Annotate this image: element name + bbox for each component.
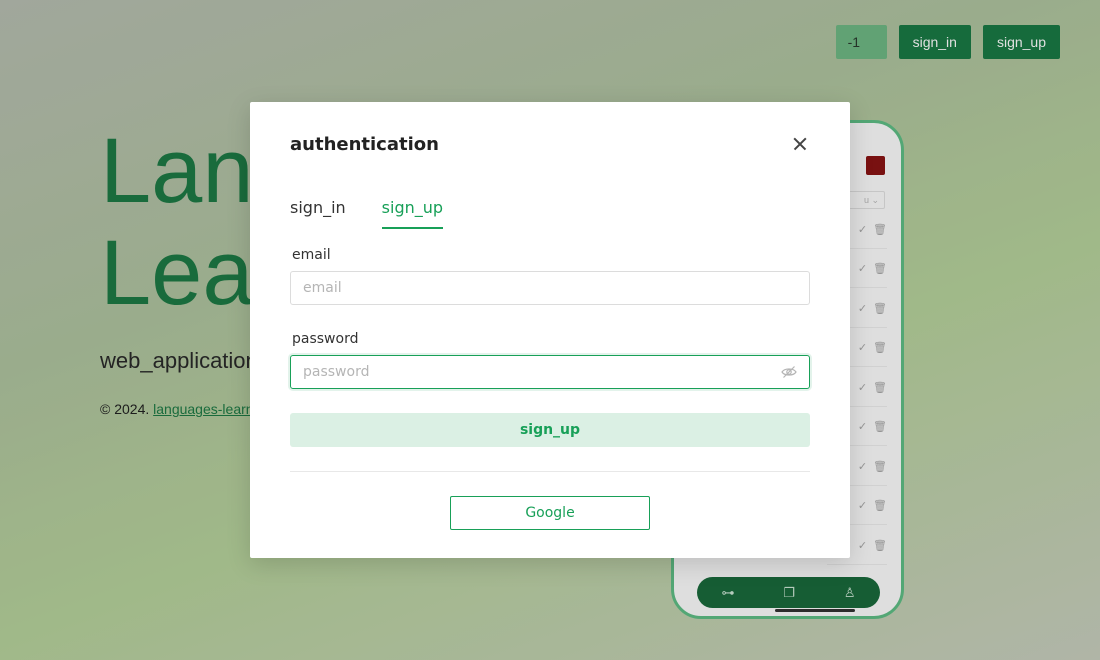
email-label: email — [292, 247, 331, 263]
close-icon[interactable] — [788, 132, 812, 156]
tab-sign-up[interactable]: sign_up — [381, 198, 444, 229]
password-label: password — [292, 331, 359, 347]
email-field[interactable] — [303, 280, 797, 296]
eye-off-icon[interactable] — [781, 364, 797, 380]
google-sign-in-button[interactable]: Google — [450, 496, 650, 530]
tab-sign-in[interactable]: sign_in — [290, 198, 346, 229]
password-field-wrapper — [290, 355, 810, 389]
password-field[interactable] — [303, 364, 781, 380]
divider — [290, 471, 810, 472]
sign-up-submit-button[interactable]: sign_up — [290, 413, 810, 447]
email-field-wrapper — [290, 271, 810, 305]
dialog-title: authentication — [290, 134, 439, 155]
authentication-dialog: authentication sign_in sign_up email pas… — [250, 102, 850, 558]
auth-tabs: sign_in sign_up — [290, 198, 444, 229]
